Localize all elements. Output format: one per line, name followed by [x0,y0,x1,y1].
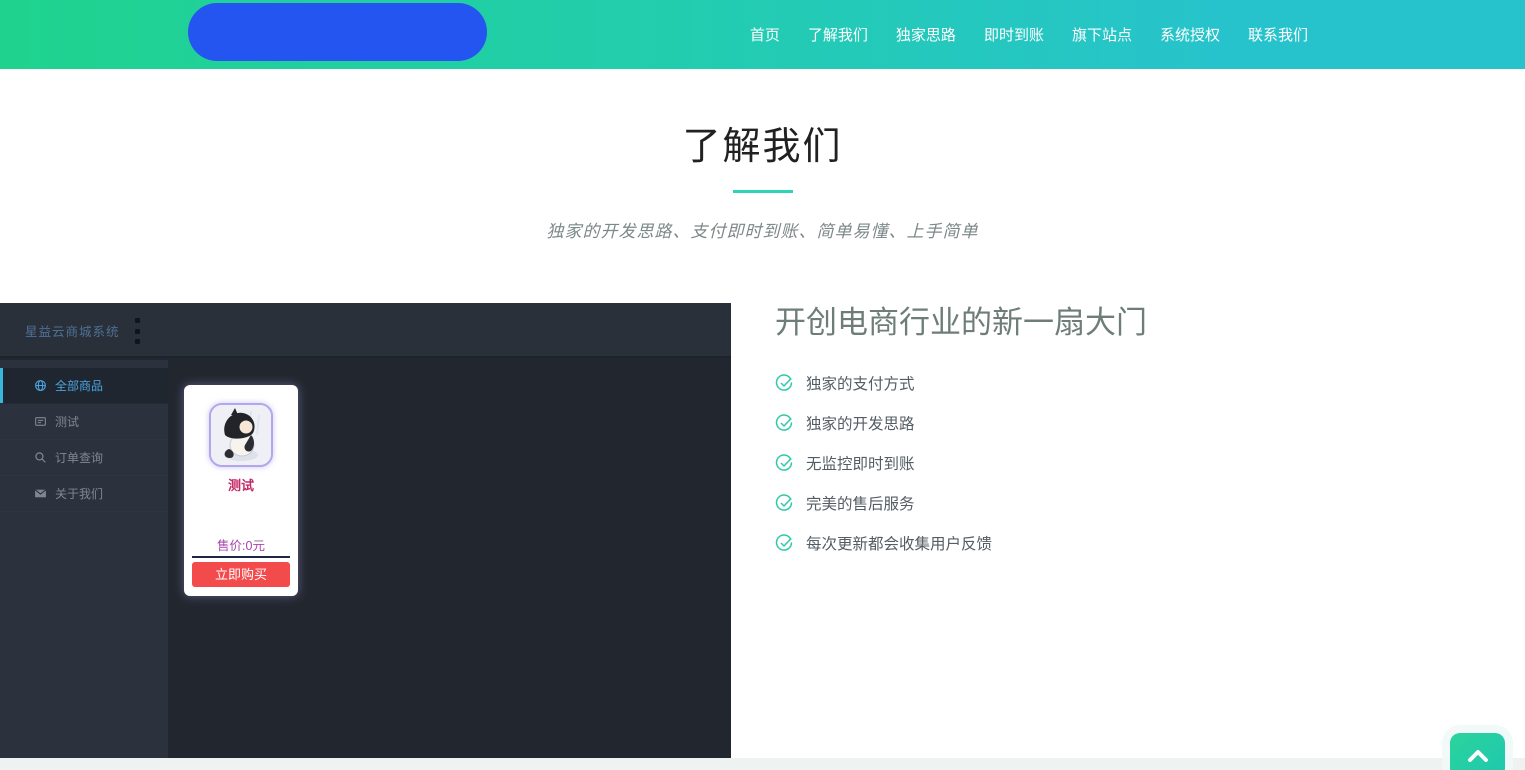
chibi-character-illustration [211,405,271,465]
hero-subtitle: 独家的开发思路、支付即时到账、简单易懂、上手简单 [0,217,1525,242]
header-bar: 首页 了解我们 独家思路 即时到账 旗下站点 系统授权 联系我们 [0,0,1525,69]
nav-item-license[interactable]: 系统授权 [1160,24,1220,45]
list-item: 完美的售后服务 [775,483,1335,523]
check-circle-icon [775,454,793,472]
sidebar-item-label: 测试 [55,413,79,430]
feature-label: 独家的开发思路 [806,412,915,434]
panel-sidebar: 全部商品 测试 订单查询 [0,360,168,758]
nav-item-instant-pay[interactable]: 即时到账 [984,24,1044,45]
search-icon [34,451,47,464]
sidebar-item-about-us[interactable]: 关于我们 [0,476,168,512]
sidebar-item-test[interactable]: 测试 [0,404,168,440]
list-item: 无监控即时到账 [775,443,1335,483]
chevron-up-icon [1467,749,1489,763]
logo[interactable] [188,3,487,61]
feature-list: 独家的支付方式 独家的开发思路 无监控即时到账 完美的售后服务 [775,363,1335,563]
product-card: 测试 售价:0元 立即购买 [184,385,298,596]
features-section: 开创电商行业的新一扇大门 独家的支付方式 独家的开发思路 无监控即时到账 [775,303,1335,563]
check-circle-icon [775,414,793,432]
footer-strip [0,758,1525,770]
buy-now-button[interactable]: 立即购买 [192,562,290,587]
kebab-menu-icon[interactable] [128,318,146,344]
back-to-top-button[interactable] [1450,733,1505,770]
panel-topbar: 星益云商城系统 [0,303,731,358]
sidebar-item-all-products[interactable]: 全部商品 [0,368,168,404]
feature-label: 独家的支付方式 [806,372,915,394]
list-item: 独家的支付方式 [775,363,1335,403]
check-circle-icon [775,534,793,552]
app-title: 星益云商城系统 [25,303,120,358]
list-icon [34,415,47,428]
title-underline [733,190,793,193]
product-name: 测试 [184,475,298,494]
main-nav: 首页 了解我们 独家思路 即时到账 旗下站点 系统授权 联系我们 [750,0,1308,69]
card-divider [192,556,290,558]
sidebar-item-order-query[interactable]: 订单查询 [0,440,168,476]
envelope-icon [34,487,47,500]
nav-item-sites[interactable]: 旗下站点 [1072,24,1132,45]
nav-item-contact[interactable]: 联系我们 [1248,24,1308,45]
features-heading: 开创电商行业的新一扇大门 [775,303,1335,343]
product-price: 售价:0元 [184,535,298,554]
feature-label: 无监控即时到账 [806,452,915,474]
sidebar-item-label: 订单查询 [55,449,103,466]
list-item: 独家的开发思路 [775,403,1335,443]
page: 首页 了解我们 独家思路 即时到账 旗下站点 系统授权 联系我们 了解我们 独家… [0,0,1525,770]
nav-item-about[interactable]: 了解我们 [808,24,868,45]
check-circle-icon [775,374,793,392]
sidebar-item-label: 关于我们 [55,485,103,502]
feature-label: 每次更新都会收集用户反馈 [806,532,992,554]
nav-item-home[interactable]: 首页 [750,24,780,45]
globe-icon [34,379,47,392]
page-title: 了解我们 [0,115,1525,170]
panel-content: 测试 售价:0元 立即购买 [168,360,731,758]
check-circle-icon [775,494,793,512]
hero-section: 了解我们 独家的开发思路、支付即时到账、简单易懂、上手简单 [0,69,1525,242]
admin-screenshot: 星益云商城系统 全部商品 测试 [0,303,731,758]
product-image [209,403,273,467]
sidebar-item-label: 全部商品 [55,377,103,394]
list-item: 每次更新都会收集用户反馈 [775,523,1335,563]
feature-label: 完美的售后服务 [806,492,915,514]
nav-item-ideas[interactable]: 独家思路 [896,24,956,45]
